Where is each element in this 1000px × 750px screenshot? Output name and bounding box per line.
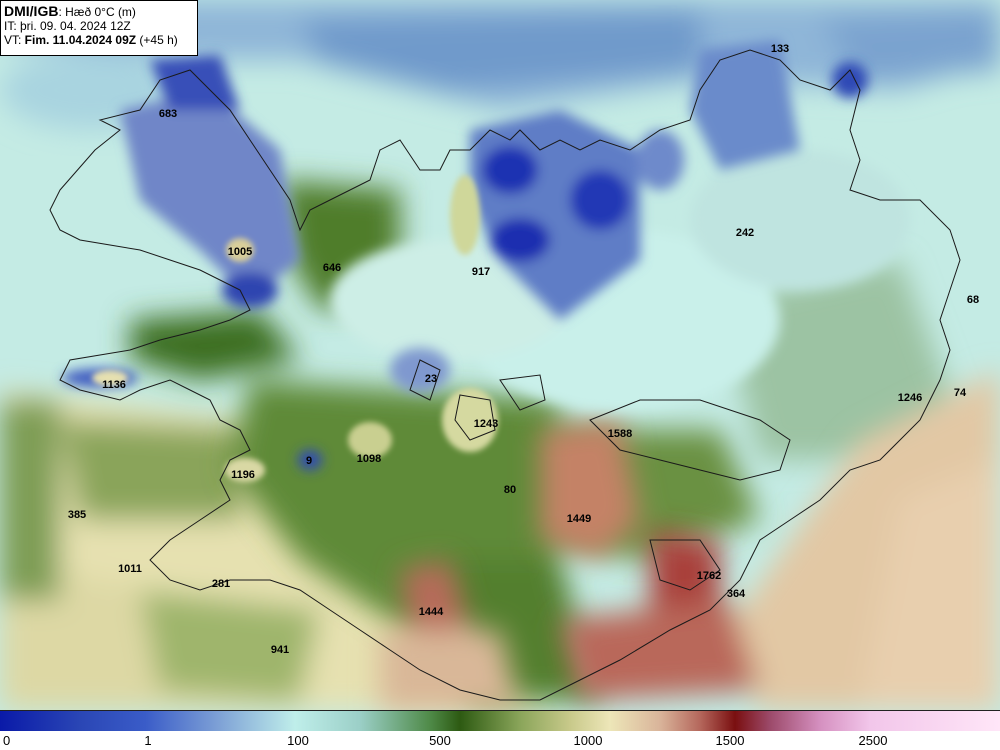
issue-time: IT: þri. 09. 04. 2024 12Z xyxy=(4,19,131,33)
spot-value-385: 385 xyxy=(67,509,87,521)
spot-value-1444: 1444 xyxy=(418,606,444,618)
spot-value-242: 242 xyxy=(735,227,755,239)
spot-value-281: 281 xyxy=(211,578,231,590)
spot-value-941: 941 xyxy=(270,644,290,656)
spot-value-1246: 1246 xyxy=(897,392,923,404)
lead-time: (+45 h) xyxy=(136,33,178,47)
source-label: DMI/IGB xyxy=(4,3,59,19)
spot-value-364: 364 xyxy=(726,588,746,600)
spot-value-133: 133 xyxy=(770,43,790,55)
spot-value-917: 917 xyxy=(471,266,491,278)
spot-value-23: 23 xyxy=(424,373,438,385)
colorbar-labels: 0 1 100 500 1000 1500 2500 xyxy=(0,731,1000,750)
spot-value-1588: 1588 xyxy=(607,428,633,440)
map-info-box: DMI/IGB: Hæð 0°C (m) IT: þri. 09. 04. 20… xyxy=(0,0,198,56)
colorbar-tick-0: 0 xyxy=(3,733,11,748)
colorbar-tick-2500: 2500 xyxy=(858,733,888,748)
spot-value-68: 68 xyxy=(966,294,980,306)
spot-value-1762: 1762 xyxy=(696,570,722,582)
spot-value-683: 683 xyxy=(158,108,178,120)
freezing-level-map xyxy=(0,0,1000,710)
colorbar-tick-500: 500 xyxy=(429,733,451,748)
variable-label: : Hæð 0°C (m) xyxy=(58,5,136,19)
spot-value-1136: 1136 xyxy=(102,379,126,391)
spot-value-1098: 1098 xyxy=(356,453,382,465)
spot-value-80: 80 xyxy=(503,484,517,496)
colorbar-tick-1500: 1500 xyxy=(715,733,745,748)
spot-value-1449: 1449 xyxy=(566,513,592,525)
valid-prefix: VT: xyxy=(4,33,25,47)
colorbar-tick-1000: 1000 xyxy=(573,733,603,748)
colorbar xyxy=(0,710,1000,731)
colorbar-tick-1: 1 xyxy=(144,733,152,748)
spot-value-1005: 1005 xyxy=(227,246,253,258)
spot-value-1196: 1196 xyxy=(231,469,255,481)
colorbar-tick-100: 100 xyxy=(287,733,309,748)
spot-value-646: 646 xyxy=(322,262,342,274)
valid-time: Fim. 11.04.2024 09Z xyxy=(24,33,137,47)
spot-value-1243: 1243 xyxy=(473,418,499,430)
spot-value-74: 74 xyxy=(953,387,967,399)
spot-value-1011: 1011 xyxy=(118,563,142,575)
spot-value-9: 9 xyxy=(305,455,313,467)
